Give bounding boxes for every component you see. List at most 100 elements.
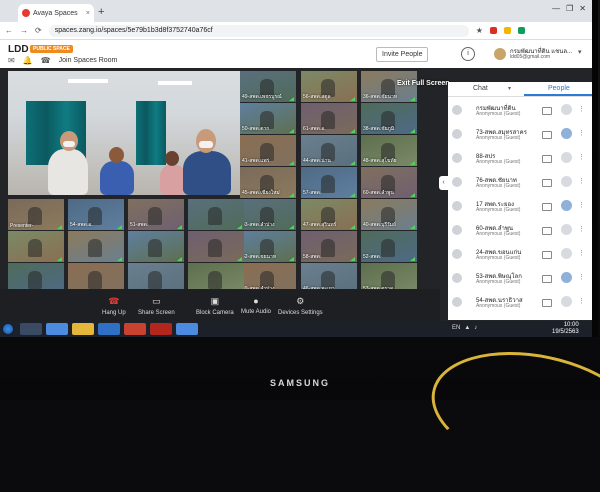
- microphone-icon[interactable]: [561, 224, 572, 235]
- video-tile[interactable]: 47-สพด.สุรินทร์: [301, 199, 357, 230]
- extension-icon[interactable]: [503, 27, 511, 34]
- collapse-panel-button[interactable]: ‹: [439, 176, 448, 190]
- list-item[interactable]: 60-สพด.ลำพูน Anonymous (Guest) ⋮: [448, 220, 592, 242]
- more-icon[interactable]: ⋮: [578, 225, 585, 233]
- list-item[interactable]: 54-สพด.นราธิวาส Anonymous (Guest) ⋮: [448, 292, 592, 314]
- list-item[interactable]: 17 สพด.ระยอง Anonymous (Guest) ⋮: [448, 196, 592, 218]
- microphone-icon[interactable]: [561, 296, 572, 307]
- video-tile[interactable]: 54-สพด.อ.: [68, 199, 124, 230]
- reload-icon[interactable]: ⟳: [35, 26, 42, 35]
- url-field[interactable]: spaces.zang.io/spaces/5e79b1b3d8f3752740…: [48, 24, 469, 37]
- video-tile[interactable]: [188, 231, 244, 262]
- extension-icon[interactable]: [489, 27, 497, 34]
- new-tab-button[interactable]: +: [98, 6, 104, 18]
- folder-icon[interactable]: [72, 323, 94, 335]
- video-tile[interactable]: 51-สพด.: [128, 199, 184, 230]
- volume-icon[interactable]: ♪: [474, 325, 477, 331]
- chrome-icon[interactable]: [176, 323, 198, 335]
- video-tile[interactable]: [8, 231, 64, 262]
- chevron-down-icon[interactable]: ▾: [578, 48, 582, 56]
- microphone-icon[interactable]: [561, 200, 572, 211]
- more-icon[interactable]: ⋮: [578, 177, 585, 185]
- more-icon[interactable]: ⋮: [578, 249, 585, 257]
- more-icon[interactable]: ⋮: [578, 273, 585, 281]
- list-item[interactable]: 24-สพด.ขอนแก่น Anonymous (Guest) ⋮: [448, 244, 592, 266]
- list-item[interactable]: 53-สพด.พิษณุโลก Anonymous (Guest) ⋮: [448, 268, 592, 290]
- video-tile[interactable]: Presenter-: [8, 199, 64, 230]
- exit-fullscreen-button[interactable]: Exit Full Screen: [397, 80, 450, 87]
- more-icon[interactable]: ⋮: [578, 129, 585, 137]
- list-item[interactable]: 73-สพด.สมุทรสาคร Anonymous (Guest) ⋮: [448, 124, 592, 146]
- camera-icon[interactable]: [542, 131, 552, 139]
- video-tile[interactable]: 61-สพด.อ.: [301, 103, 357, 134]
- close-tab-icon[interactable]: ×: [86, 10, 90, 17]
- microphone-icon[interactable]: [561, 128, 572, 139]
- tab-people[interactable]: People: [548, 85, 570, 92]
- camera-icon[interactable]: [542, 107, 552, 115]
- more-icon[interactable]: ⋮: [578, 201, 585, 209]
- join-room-link[interactable]: Join Spaces Room: [59, 57, 118, 64]
- video-tile[interactable]: 58-สพด.: [301, 231, 357, 262]
- taskbar-app-icon[interactable]: [98, 323, 120, 335]
- close-window-icon[interactable]: ✕: [579, 4, 586, 13]
- camera-icon[interactable]: [542, 299, 552, 307]
- forward-icon[interactable]: →: [20, 26, 28, 35]
- microphone-icon[interactable]: [561, 152, 572, 163]
- camera-icon[interactable]: [542, 227, 552, 235]
- camera-icon[interactable]: [542, 203, 552, 211]
- microphone-icon[interactable]: [561, 272, 572, 283]
- bookmark-star-icon[interactable]: ★: [476, 26, 483, 35]
- video-tile[interactable]: [188, 199, 244, 230]
- share-screen-button[interactable]: ▭ Share Screen: [138, 296, 175, 316]
- video-tile[interactable]: 57-สพด.: [301, 167, 357, 198]
- hang-up-button[interactable]: ☎ Hang Up: [102, 296, 126, 316]
- pdf-icon[interactable]: [150, 323, 172, 335]
- microphone-icon[interactable]: [561, 104, 572, 115]
- phone-icon[interactable]: ☎: [41, 56, 51, 65]
- taskbar-app-icon[interactable]: [20, 323, 42, 335]
- start-icon[interactable]: [3, 324, 13, 334]
- video-tile[interactable]: 44-สพด.น่าน: [301, 135, 357, 166]
- camera-icon[interactable]: [542, 155, 552, 163]
- video-tile[interactable]: 48-สพด.สุโขทัย: [361, 135, 417, 166]
- video-tile[interactable]: [128, 231, 184, 262]
- back-icon[interactable]: ←: [5, 26, 13, 35]
- video-tile[interactable]: 60-สพด.ลำพูน: [361, 167, 417, 198]
- tab-chat[interactable]: Chat: [473, 85, 488, 92]
- chevron-down-icon[interactable]: ▾: [508, 85, 511, 92]
- maximize-icon[interactable]: ❐: [566, 4, 573, 13]
- extension-icon[interactable]: [517, 27, 525, 34]
- video-tile[interactable]: 43-สพด.ลำปาง: [240, 199, 296, 230]
- language-indicator[interactable]: EN: [452, 325, 460, 331]
- chrome-icon[interactable]: [46, 323, 68, 335]
- camera-icon[interactable]: [542, 275, 552, 283]
- main-video[interactable]: [8, 71, 240, 195]
- block-camera-button[interactable]: ▣ Block Camera: [196, 296, 234, 316]
- camera-icon[interactable]: [542, 251, 552, 259]
- more-icon[interactable]: ⋮: [578, 153, 585, 161]
- mute-audio-button[interactable]: ● Mute Audio: [241, 296, 271, 315]
- minimize-icon[interactable]: —: [552, 4, 560, 13]
- video-tile[interactable]: 49-สพด.เพชรบูรณ์: [240, 71, 296, 102]
- invite-people-button[interactable]: Invite People: [376, 47, 429, 62]
- chat-icon[interactable]: ✉: [8, 56, 15, 65]
- network-icon[interactable]: ▲: [464, 325, 470, 331]
- video-tile[interactable]: 38-สพด.ชัยภูมิ: [361, 103, 417, 134]
- powerpoint-icon[interactable]: [124, 323, 146, 335]
- video-tile[interactable]: 45-สพด.เชียงใหม่: [240, 167, 296, 198]
- video-tile[interactable]: 41-สพด.แพร่: [240, 135, 296, 166]
- video-tile[interactable]: 52-สพด.: [361, 231, 417, 262]
- more-icon[interactable]: ⋮: [578, 105, 585, 113]
- more-icon[interactable]: ⋮: [578, 297, 585, 305]
- list-item[interactable]: 88-สปร Anonymous (Guest) ⋮: [448, 148, 592, 170]
- camera-icon[interactable]: [542, 179, 552, 187]
- microphone-icon[interactable]: [561, 176, 572, 187]
- clock[interactable]: 10:00 19/5/2563: [552, 322, 579, 336]
- video-tile[interactable]: 50-สพด.ตาก: [240, 103, 296, 134]
- bell-icon[interactable]: 🔔: [23, 56, 33, 65]
- video-tile[interactable]: [68, 231, 124, 262]
- list-item[interactable]: 76-สพด.ชัยนาท Anonymous (Guest) ⋮: [448, 172, 592, 194]
- video-tile[interactable]: 62-สพด.ชยนาท: [240, 231, 296, 262]
- list-item[interactable]: กรมพัฒนาที่ดิน Anonymous (Guest) ⋮: [448, 100, 592, 122]
- device-settings-button[interactable]: ⚙ Devices Settings: [278, 296, 323, 316]
